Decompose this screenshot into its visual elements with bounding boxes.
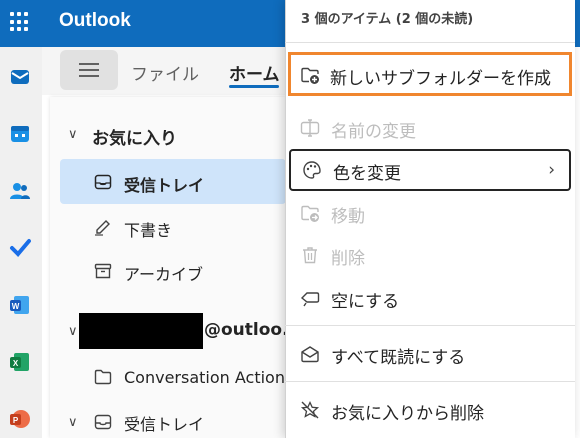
hamburger-menu-icon[interactable] <box>60 50 118 90</box>
mail-icon[interactable] <box>9 66 31 88</box>
palette-icon <box>303 161 321 179</box>
trash-icon <box>303 247 317 264</box>
sidebar-item-conversation-action[interactable]: Conversation Action <box>124 368 285 387</box>
folder-icon <box>94 369 112 385</box>
chevron-down-icon[interactable]: ∨ <box>68 324 78 339</box>
menu-item-create-subfolder[interactable]: 新しいサブフォルダーを作成 <box>288 52 572 96</box>
powerpoint-icon[interactable]: P <box>9 408 31 430</box>
sidebar-item-inbox-account[interactable]: 受信トレイ <box>124 411 204 435</box>
menu-divider <box>285 381 575 382</box>
favorites-header[interactable]: お気に入り <box>92 124 177 149</box>
archive-icon <box>94 263 112 279</box>
people-icon[interactable] <box>9 180 31 202</box>
menu-item-remove-favorite[interactable]: お気に入りから削除 <box>289 391 571 429</box>
menu-item-label: すべて既読にする <box>331 348 466 368</box>
svg-text:X: X <box>13 359 19 368</box>
tab-home[interactable]: ホーム <box>229 60 280 85</box>
star-off-icon <box>300 400 320 419</box>
chevron-down-icon[interactable]: ∨ <box>68 415 78 430</box>
menu-item-mark-all-read[interactable]: すべて既読にする <box>289 335 571 373</box>
todo-icon[interactable] <box>9 237 31 259</box>
inbox-icon <box>94 414 112 430</box>
menu-item-label: 新しいサブフォルダーを作成 <box>330 69 551 89</box>
menu-item-rename: 名前の変更 <box>289 109 571 147</box>
sidebar-item-archive[interactable]: アーカイブ <box>124 261 203 285</box>
envelope-open-icon <box>301 346 319 363</box>
menu-item-label: 名前の変更 <box>331 122 416 142</box>
menu-item-label: 空にする <box>331 292 400 312</box>
move-folder-icon <box>301 205 319 222</box>
menu-item-label: 移動 <box>331 207 365 227</box>
menu-item-move: 移動 <box>289 194 571 232</box>
context-menu-header: 3 個のアイテム (2 個の未読) <box>301 12 474 27</box>
tab-home-underline <box>229 85 279 88</box>
sidebar-item-inbox[interactable]: 受信トレイ <box>124 172 204 196</box>
inbox-icon <box>94 174 112 190</box>
svg-text:P: P <box>13 416 19 425</box>
menu-divider <box>285 325 575 326</box>
word-icon[interactable]: W <box>9 294 31 316</box>
eraser-icon <box>300 292 320 307</box>
tab-file[interactable]: ファイル <box>131 60 199 85</box>
excel-icon[interactable]: X <box>9 351 31 373</box>
new-folder-icon <box>301 67 319 84</box>
chevron-right-icon: › <box>548 160 555 180</box>
menu-item-label: 削除 <box>331 249 365 269</box>
menu-item-change-color[interactable]: 色を変更 › <box>289 149 571 191</box>
redacted-account-name <box>79 313 203 349</box>
svg-text:W: W <box>12 302 20 311</box>
sidebar-item-drafts[interactable]: 下書き <box>124 217 172 241</box>
menu-item-empty[interactable]: 空にする <box>289 279 571 317</box>
account-email-suffix[interactable]: @outloo. <box>204 320 289 340</box>
app-title: Outlook <box>59 10 131 31</box>
app-launcher-icon[interactable] <box>8 10 32 34</box>
menu-divider <box>285 42 575 43</box>
calendar-icon[interactable] <box>9 123 31 145</box>
draft-icon <box>95 220 110 236</box>
menu-item-label: お気に入りから削除 <box>331 404 484 424</box>
menu-item-delete: 削除 <box>289 236 571 274</box>
chevron-down-icon[interactable]: ∨ <box>68 127 78 142</box>
menu-item-label: 色を変更 <box>333 164 401 184</box>
rename-icon <box>300 119 320 137</box>
